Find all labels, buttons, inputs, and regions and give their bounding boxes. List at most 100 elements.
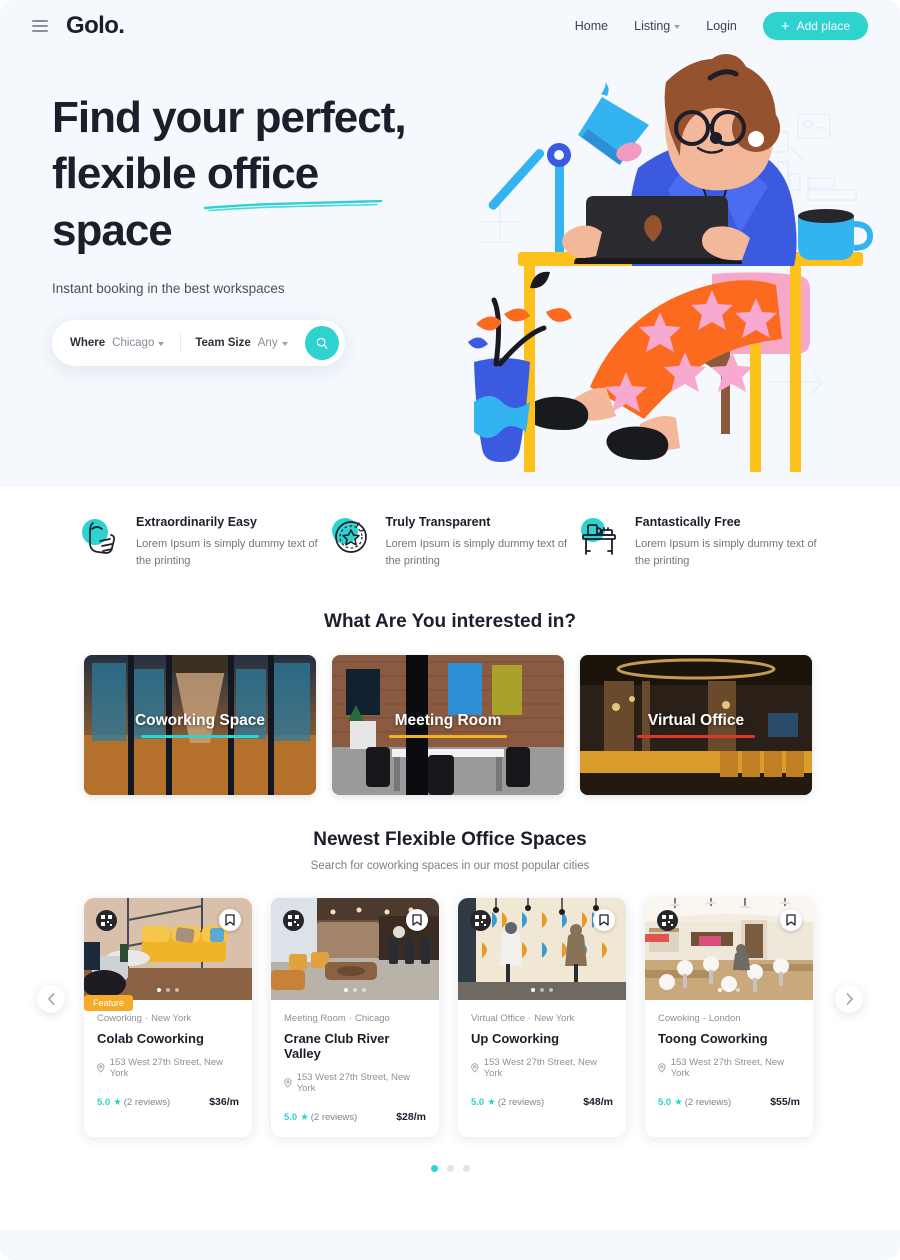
desk-coffee-icon bbox=[577, 515, 621, 559]
listing-card[interactable]: Meeting Room · Chicago Crane Club River Va… bbox=[271, 898, 439, 1137]
meta-separator: · bbox=[528, 1013, 532, 1024]
hero-subtitle: Instant booking in the best workspaces bbox=[52, 280, 285, 296]
star-icon: ★ bbox=[113, 1096, 122, 1108]
listing-city: New York bbox=[534, 1013, 575, 1024]
qr-code-icon[interactable] bbox=[470, 910, 491, 931]
listings-subtitle: Search for coworking spaces in our most … bbox=[310, 860, 590, 872]
carousel-prev-button[interactable] bbox=[37, 985, 65, 1013]
listing-reviews: (2 reviews) bbox=[497, 1096, 545, 1108]
qr-code-icon[interactable] bbox=[283, 910, 304, 931]
page-title: Find your perfect, flexible office space bbox=[52, 90, 482, 259]
listing-name: Up Coworking bbox=[471, 1031, 560, 1046]
listing-name: Crane Club River Valley bbox=[284, 1031, 390, 1061]
listing-meta: Cowoking · London bbox=[658, 1013, 800, 1024]
carousel-dot-2[interactable] bbox=[446, 1165, 454, 1172]
nav-item-home-label: Home bbox=[574, 19, 609, 33]
nav-item-home[interactable]: Home bbox=[575, 19, 608, 33]
team-size-value[interactable]: Any bbox=[258, 337, 288, 349]
hero-illustration bbox=[468, 54, 874, 472]
category-row: Coworking Space Meeting Room Virtual Off… bbox=[0, 633, 900, 795]
listing-address: 153 West 27th Street, New York bbox=[97, 1057, 239, 1079]
meta-separator: · bbox=[144, 1013, 149, 1024]
listing-address-text: 153 West 27th Street, New York bbox=[296, 1072, 411, 1094]
category-label-text: Virtual Office bbox=[647, 712, 745, 729]
image-dots bbox=[458, 988, 626, 992]
location-pin-icon bbox=[471, 1063, 479, 1073]
add-place-button[interactable]: + Add place bbox=[762, 12, 868, 40]
bookmark-button[interactable] bbox=[780, 909, 802, 931]
listings-section: Newest Flexible Office Spaces Search for… bbox=[0, 829, 900, 1172]
feature-description: Lorem Ipsum is simply dummy text of the … bbox=[635, 538, 817, 567]
listing-carousel: Feature Coworking · New York Colab Coworki… bbox=[0, 872, 900, 1137]
category-label: Virtual Office bbox=[580, 712, 812, 738]
bookmark-icon bbox=[225, 914, 235, 926]
feature-item: Fantastically Free Lorem Ipsum is simply… bbox=[577, 515, 822, 569]
listing-card[interactable]: Virtual Office · New York Up Coworking 153… bbox=[458, 898, 626, 1137]
category-label: Coworking Space bbox=[84, 712, 316, 738]
nav-item-listing[interactable]: Listing bbox=[634, 19, 681, 33]
listing-name: Colab Coworking bbox=[97, 1031, 204, 1046]
bookmark-button[interactable] bbox=[406, 909, 428, 931]
site-header: Golo. Home Listing Login + Add place bbox=[0, 0, 900, 52]
category-card-meeting-room[interactable]: Meeting Room bbox=[332, 655, 564, 795]
listing-category: Cowoking bbox=[658, 1013, 700, 1024]
feature-item: Truly Transparent Lorem Ipsum is simply … bbox=[328, 515, 573, 569]
carousel-dot-1[interactable] bbox=[430, 1165, 438, 1172]
feature-description: Lorem Ipsum is simply dummy text of the … bbox=[136, 538, 318, 567]
plus-icon: + bbox=[780, 17, 790, 35]
listing-image bbox=[458, 898, 626, 1000]
listing-address-text: 153 West 27th Street, New York bbox=[670, 1057, 785, 1079]
feature-text-block: Fantastically Free Lorem Ipsum is simply… bbox=[635, 515, 822, 569]
star-icon: ★ bbox=[674, 1096, 683, 1108]
carousel-dot-3[interactable] bbox=[462, 1165, 470, 1172]
listing-meta: Coworking · New York bbox=[97, 1013, 239, 1024]
nav-item-listing-label: Listing bbox=[634, 19, 671, 33]
listing-card[interactable]: Cowoking · London Toong Coworking 153 West… bbox=[645, 898, 813, 1137]
logo[interactable]: Golo. bbox=[66, 12, 125, 40]
category-underline bbox=[637, 735, 755, 738]
listing-name: Toong Coworking bbox=[658, 1031, 768, 1046]
listing-image bbox=[645, 898, 813, 1000]
hand-tap-icon bbox=[78, 515, 122, 559]
category-card-virtual-office[interactable]: Virtual Office bbox=[580, 655, 812, 795]
features-section: Extraordinarily Easy Lorem Ipsum is simp… bbox=[0, 487, 900, 569]
bookmark-button[interactable] bbox=[219, 909, 241, 931]
carousel-next-button[interactable] bbox=[835, 985, 863, 1013]
listing-category: Coworking bbox=[97, 1013, 142, 1024]
nav-item-login[interactable]: Login bbox=[706, 19, 737, 33]
bookmark-button[interactable] bbox=[593, 909, 615, 931]
image-dots bbox=[645, 988, 813, 992]
listing-reviews: (2 reviews) bbox=[123, 1096, 171, 1108]
meta-separator: · bbox=[702, 1013, 706, 1024]
search-divider bbox=[180, 332, 182, 353]
listing-card[interactable]: Feature Coworking · New York Colab Coworki… bbox=[84, 898, 252, 1137]
team-size-label: Team Size bbox=[195, 336, 251, 349]
location-pin-icon bbox=[97, 1063, 105, 1073]
listing-address: 153 West 27th Street, New York bbox=[658, 1057, 800, 1079]
qr-code-icon[interactable] bbox=[96, 910, 117, 931]
listing-city: Chicago bbox=[354, 1013, 390, 1024]
hamburger-icon[interactable] bbox=[32, 20, 48, 32]
hero-title-line-1: Find your perfect, bbox=[52, 93, 407, 142]
listing-price: $55/m bbox=[770, 1096, 800, 1108]
chevron-down-icon bbox=[158, 341, 165, 346]
category-card-coworking-space[interactable]: Coworking Space bbox=[84, 655, 316, 795]
listing-category: Virtual Office bbox=[471, 1013, 526, 1024]
listing-price: $28/m bbox=[396, 1111, 426, 1123]
bookmark-icon bbox=[412, 914, 422, 926]
feature-title: Fantastically Free bbox=[635, 515, 741, 529]
qr-code-icon[interactable] bbox=[657, 910, 678, 931]
brand-group: Golo. bbox=[32, 12, 125, 40]
search-field-team-size[interactable]: Team Size Any bbox=[195, 336, 288, 349]
where-value[interactable]: Chicago bbox=[112, 337, 165, 349]
listing-rating: 5.0 bbox=[97, 1096, 111, 1108]
search-field-where[interactable]: Where Chicago bbox=[70, 337, 165, 349]
category-label: Meeting Room bbox=[332, 712, 564, 738]
listing-city: New York bbox=[151, 1013, 192, 1024]
category-label-text: Coworking Space bbox=[134, 712, 266, 729]
listing-image bbox=[271, 898, 439, 1000]
hero-copy: Find your perfect, flexible office space… bbox=[52, 90, 482, 366]
chevron-left-icon bbox=[47, 993, 54, 1005]
search-button[interactable] bbox=[305, 325, 339, 360]
listing-footer: 5.0 ★ (2 reviews) $55/m bbox=[658, 1096, 800, 1108]
